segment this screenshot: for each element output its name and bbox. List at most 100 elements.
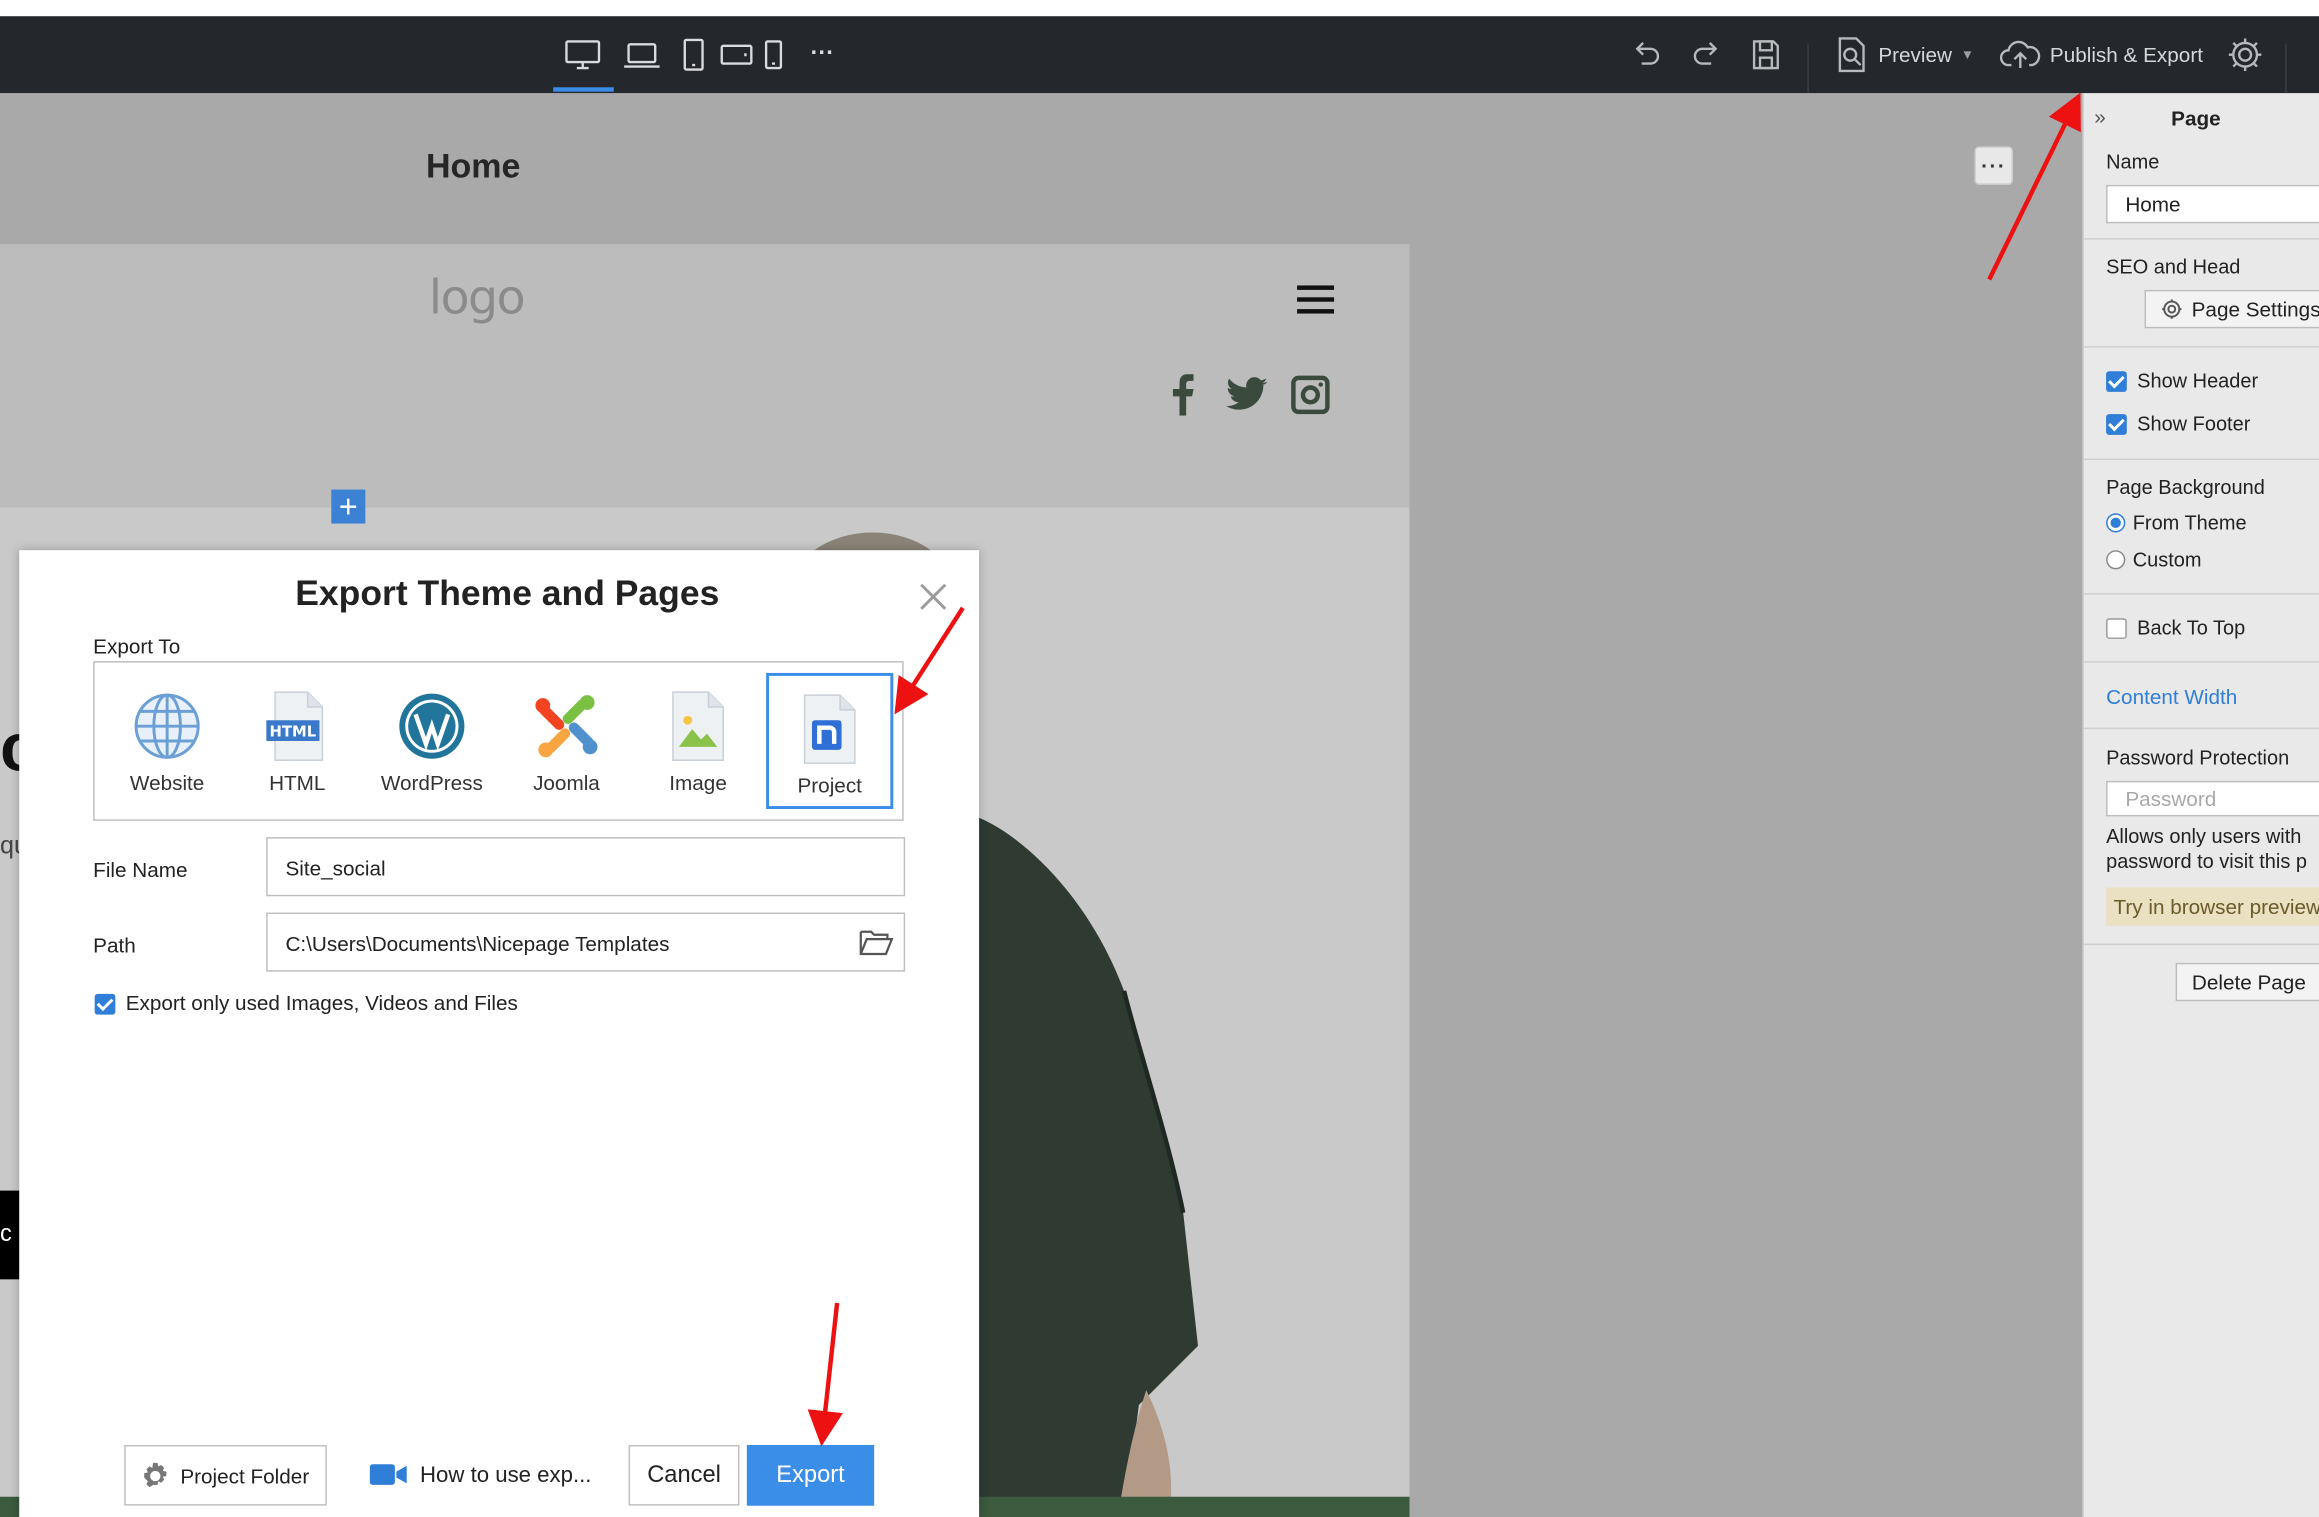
password-input[interactable]: Password — [2106, 780, 2319, 817]
panel-divider — [2082, 661, 2319, 663]
panel-divider — [2082, 346, 2319, 348]
seo-label: SEO and Head — [2106, 255, 2241, 279]
page-background-label: Page Background — [2106, 476, 2265, 499]
password-protection-label: Password Protection — [2106, 746, 2290, 770]
export-target-html[interactable]: HTML HTML — [234, 673, 361, 809]
hamburger-menu-icon[interactable] — [1297, 285, 1335, 315]
hero-button-fragment[interactable]: c — [0, 1190, 21, 1280]
export-target-project[interactable]: Project — [766, 672, 894, 810]
back-to-top-checkbox[interactable] — [2106, 618, 2127, 639]
logo[interactable]: logo — [429, 269, 526, 325]
from-theme-radio[interactable] — [2106, 513, 2126, 533]
redo-icon[interactable] — [1690, 33, 1723, 77]
top-toolbar: ··· Preview ▼ Publish & Export — [0, 16, 2319, 95]
instagram-icon[interactable] — [1288, 374, 1332, 415]
twitter-icon[interactable] — [1225, 374, 1269, 415]
facebook-icon[interactable] — [1167, 374, 1200, 416]
add-block-button[interactable]: + — [331, 489, 366, 524]
image-file-icon — [664, 691, 732, 762]
svg-text:HTML: HTML — [270, 724, 317, 741]
export-target-wordpress[interactable]: WordPress — [368, 673, 495, 809]
panel-divider — [2082, 458, 2319, 460]
gear-icon — [2162, 299, 2182, 319]
file-name-label: File Name — [93, 857, 188, 882]
save-icon[interactable] — [1750, 33, 1783, 77]
password-hint-line1: Allows only users with — [2106, 825, 2302, 848]
custom-radio[interactable] — [2106, 550, 2126, 570]
publish-export-label: Publish & Export — [2049, 42, 2203, 67]
panel-title: Page — [2171, 106, 2221, 131]
cloud-upload-icon — [1999, 40, 2041, 69]
export-target-joomla[interactable]: Joomla — [503, 673, 630, 809]
joomla-icon — [532, 691, 600, 762]
gear-icon — [144, 1461, 167, 1487]
page-title-band — [0, 93, 2083, 245]
delete-page-button[interactable]: Delete Page — [2175, 962, 2319, 1002]
export-target-label: Joomla — [533, 770, 600, 795]
export-target-label: Website — [129, 770, 205, 795]
path-input[interactable]: C:\Users\Documents\Nicepage Templates — [266, 912, 906, 972]
collapse-panel-icon[interactable]: » — [2094, 105, 2106, 129]
active-device-indicator — [553, 87, 614, 92]
how-to-use-link[interactable]: How to use exp... — [369, 1455, 592, 1493]
export-used-only-checkbox[interactable] — [94, 993, 116, 1015]
path-label: Path — [93, 933, 136, 957]
panel-divider — [2082, 238, 2319, 240]
export-target-label: Project — [797, 773, 862, 798]
show-footer-label: Show Footer — [2137, 412, 2251, 435]
try-in-browser-preview-link[interactable]: Try in browser preview — [2106, 887, 2319, 926]
show-header-checkbox[interactable] — [2106, 371, 2127, 392]
page-more-button[interactable]: ··· — [1974, 146, 2013, 185]
panel-divider — [2082, 727, 2319, 730]
page-settings-label: Page Settings — [2191, 297, 2319, 321]
preview-button[interactable]: Preview ▼ — [1834, 33, 1974, 77]
publish-export-button[interactable]: Publish & Export — [1999, 33, 2203, 77]
project-folder-button[interactable]: Project Folder — [124, 1444, 327, 1506]
laptop-icon[interactable] — [621, 34, 662, 75]
undo-icon[interactable] — [1630, 33, 1663, 77]
chevron-down-icon: ▼ — [1960, 47, 1975, 63]
toolbar-separator — [1807, 44, 1809, 95]
panel-divider — [2082, 593, 2319, 595]
close-icon[interactable] — [917, 580, 950, 613]
from-theme-label: From Theme — [2132, 511, 2247, 534]
cancel-label: Cancel — [647, 1461, 721, 1488]
export-to-label: Export To — [93, 634, 181, 659]
show-header-label: Show Header — [2137, 369, 2259, 392]
export-target-label: WordPress — [380, 770, 483, 795]
export-target-label: Image — [669, 770, 727, 795]
wordpress-icon — [398, 691, 466, 762]
export-target-label: HTML — [269, 770, 326, 795]
content-width-link[interactable]: Content Width — [2106, 685, 2237, 709]
name-label: Name — [2106, 150, 2160, 174]
nicepage-project-icon — [796, 694, 864, 765]
page-settings-button[interactable]: Page Settings — [2144, 289, 2319, 329]
export-target-image[interactable]: Image — [634, 673, 761, 809]
tablet-landscape-icon[interactable] — [719, 34, 754, 75]
phone-icon[interactable] — [760, 34, 787, 75]
toolbar-separator — [2285, 44, 2287, 95]
export-used-only-label: Export only used Images, Videos and File… — [125, 990, 518, 1015]
page-name-input[interactable]: Home — [2106, 184, 2319, 224]
file-name-input[interactable]: Site_social — [266, 837, 906, 897]
export-button[interactable]: Export — [746, 1444, 875, 1506]
how-to-use-label: How to use exp... — [420, 1461, 592, 1488]
project-folder-label: Project Folder — [180, 1463, 310, 1488]
delete-page-label: Delete Page — [2191, 970, 2306, 994]
video-camera-icon — [369, 1464, 407, 1485]
show-footer-checkbox[interactable] — [2106, 414, 2127, 435]
back-to-top-label: Back To Top — [2137, 616, 2246, 639]
custom-label: Custom — [2132, 548, 2202, 571]
window-top-strip — [0, 0, 2319, 17]
dialog-title: Export Theme and Pages — [295, 573, 720, 614]
globe-icon — [133, 691, 201, 762]
export-target-website[interactable]: Website — [104, 673, 231, 809]
settings-gear-icon[interactable] — [2226, 33, 2264, 77]
preview-icon — [1838, 37, 1865, 73]
open-folder-icon[interactable] — [858, 927, 894, 964]
more-devices-icon[interactable]: ··· — [806, 34, 839, 75]
cancel-button[interactable]: Cancel — [628, 1444, 740, 1506]
desktop-icon[interactable] — [562, 34, 603, 75]
password-hint-line2: password to visit this p — [2106, 850, 2307, 873]
tablet-icon[interactable] — [677, 34, 710, 75]
